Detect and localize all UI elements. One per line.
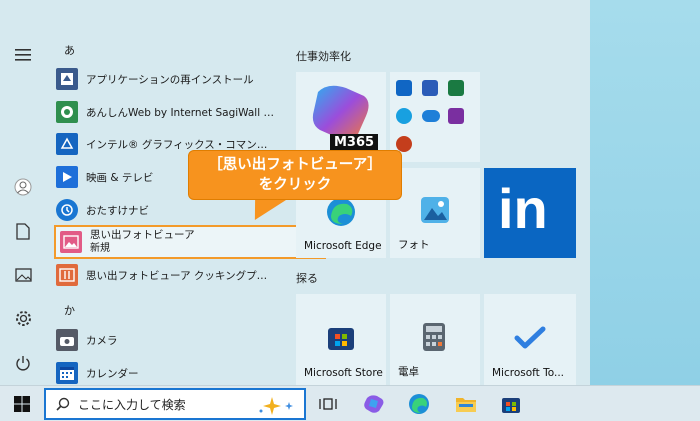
start-rail (0, 0, 46, 385)
store-taskbar-icon[interactable] (497, 390, 525, 418)
linkedin-logo-icon: in (498, 177, 548, 240)
settings-gear-icon[interactable] (8, 303, 38, 333)
taskbar-search-box[interactable]: ここに入力して検索 (44, 388, 306, 420)
calendar-icon (56, 362, 78, 384)
task-view-icon[interactable] (314, 390, 342, 418)
search-icon (56, 397, 70, 411)
app-label: 思い出フォトビューア (90, 229, 195, 241)
app-item-reinstall[interactable]: アプリケーションの再インストール (56, 65, 286, 93)
todo-check-icon (514, 326, 546, 349)
tile-microsoft-todo[interactable]: Microsoft To... (484, 294, 576, 385)
desktop-background (590, 0, 700, 385)
new-badge: 新規 (90, 243, 110, 254)
tile-label: Microsoft Edge (304, 240, 382, 252)
onedrive-icon (422, 110, 440, 122)
app-label: おたすけナビ (86, 204, 149, 217)
tile-label: 電卓 (398, 366, 419, 378)
windows-start-icon[interactable] (8, 390, 36, 418)
tile-linkedin[interactable]: in (484, 168, 576, 258)
excel-icon (448, 80, 464, 96)
camera-icon (56, 329, 78, 351)
app-item-camera[interactable]: カメラ (56, 326, 286, 354)
sagiwall-icon (56, 101, 78, 123)
cooking-plus-icon (56, 264, 78, 286)
edge-icon (327, 198, 355, 226)
hamburger-menu-icon[interactable] (8, 40, 38, 70)
store-icon (328, 328, 354, 350)
photo-viewer-icon (60, 231, 82, 253)
user-account-icon[interactable] (8, 172, 38, 202)
tile-office-apps[interactable] (390, 72, 480, 162)
tile-label: Microsoft Store (304, 367, 383, 379)
app-label: アプリケーションの再インストール (86, 73, 254, 86)
app-item-photo-viewer[interactable]: 思い出フォトビューア 新規 (54, 225, 326, 259)
reinstall-app-icon (56, 68, 78, 90)
app-label: カレンダー (86, 367, 139, 380)
search-placeholder: ここに入力して検索 (78, 397, 186, 412)
app-label-group: 思い出フォトビューア 新規 (90, 229, 195, 255)
edge-taskbar-icon[interactable] (405, 390, 433, 418)
file-explorer-icon[interactable] (452, 390, 480, 418)
app-label: 思い出フォトビューア クッキングプラス (86, 269, 276, 282)
intel-graphics-icon (56, 133, 78, 155)
instruction-callout: ［思い出フォトビューア］ をクリック (188, 150, 402, 200)
section-letter-ka[interactable]: か (64, 302, 75, 318)
tile-label: Microsoft To... (492, 367, 565, 379)
otasuke-navi-icon (56, 199, 78, 221)
copilot-icon[interactable] (360, 390, 388, 418)
callout-line-2: をクリック (258, 177, 332, 193)
app-label: カメラ (86, 334, 118, 347)
app-item-sagiwall[interactable]: あんしんWeb by Internet SagiWall for d... (56, 98, 286, 126)
tile-photos[interactable]: フォト (390, 168, 480, 258)
power-icon[interactable] (8, 348, 38, 378)
tile-microsoft-store[interactable]: Microsoft Store (296, 294, 386, 385)
group-title-explore[interactable]: 探る (296, 270, 318, 286)
group-title-productivity[interactable]: 仕事効率化 (296, 48, 351, 64)
app-label: あんしんWeb by Internet SagiWall for d... (86, 106, 276, 119)
tile-calculator[interactable]: 電卓 (390, 294, 480, 385)
taskbar: ここに入力して検索 (0, 385, 700, 421)
copilot-sparkle-icon (259, 397, 293, 415)
callout-line-1: ［思い出フォトビューア］ (208, 157, 382, 173)
app-item-cooking-plus[interactable]: 思い出フォトビューア クッキングプラス (56, 261, 286, 289)
documents-icon[interactable] (8, 216, 38, 246)
photos-icon (421, 197, 449, 223)
section-letter-a[interactable]: あ (64, 42, 75, 58)
onenote-icon (448, 108, 464, 124)
calculator-icon (423, 323, 445, 351)
outlook-icon (396, 80, 412, 96)
app-label: 映画 & テレビ (86, 171, 154, 184)
movies-tv-icon (56, 166, 78, 188)
tile-label: フォト (398, 239, 430, 251)
m365-badge: M365 (330, 134, 379, 151)
pictures-icon[interactable] (8, 260, 38, 290)
app-item-calendar[interactable]: カレンダー (56, 359, 286, 387)
tile-m365[interactable]: M365 (296, 72, 386, 162)
skype-icon (396, 108, 412, 124)
word-icon (422, 80, 438, 96)
